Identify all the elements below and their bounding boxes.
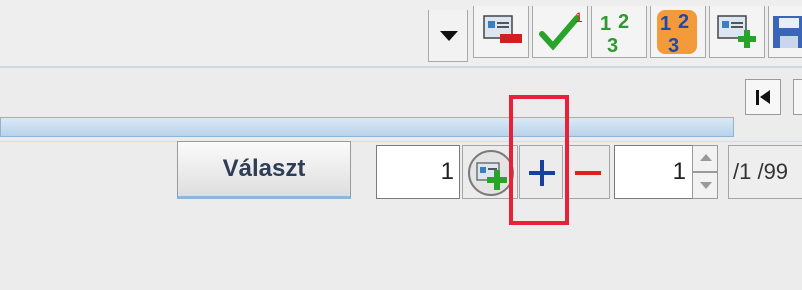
minus-icon xyxy=(575,171,601,175)
spinner-up-button[interactable] xyxy=(692,145,718,172)
page-number-input[interactable]: 1 xyxy=(614,145,692,199)
minus-button[interactable] xyxy=(566,145,610,199)
svg-text:1: 1 xyxy=(600,13,611,35)
numbering-orange-button[interactable]: 1 2 3 xyxy=(650,6,706,58)
add-record-button[interactable] xyxy=(709,6,765,58)
add-record-icon xyxy=(717,15,756,48)
chevron-down-icon xyxy=(440,31,458,41)
spinner-down-button[interactable] xyxy=(692,172,718,199)
remove-record-icon xyxy=(483,15,522,43)
count-input[interactable]: 1 xyxy=(376,145,460,199)
svg-text:3: 3 xyxy=(607,35,618,57)
svg-text:1: 1 xyxy=(575,9,583,25)
separator xyxy=(0,141,802,142)
svg-text:2: 2 xyxy=(678,11,689,33)
numbering-button[interactable]: 1 2 3 xyxy=(591,6,647,58)
progress-bar xyxy=(0,117,734,137)
toolbar-dropdown-button[interactable] xyxy=(428,10,468,62)
add-row-icon xyxy=(468,150,514,196)
page-total-label: /1 /99 xyxy=(728,145,802,199)
plus-button[interactable] xyxy=(519,145,563,199)
remove-record-button[interactable] xyxy=(473,6,529,58)
first-page-button[interactable] xyxy=(745,79,781,115)
save-icon xyxy=(773,16,802,48)
chevron-up-icon xyxy=(700,154,712,161)
checkmark-icon: 1 xyxy=(539,9,583,51)
add-row-button[interactable] xyxy=(462,145,518,199)
numbering-123-orange-icon: 1 2 3 xyxy=(657,10,697,57)
select-button[interactable]: Választ xyxy=(177,141,351,199)
plus-icon xyxy=(529,160,555,186)
numbering-123-icon: 1 2 3 xyxy=(600,11,629,57)
svg-text:2: 2 xyxy=(618,11,629,33)
svg-text:3: 3 xyxy=(668,35,679,57)
chevron-down-icon xyxy=(700,182,712,189)
previous-page-button[interactable] xyxy=(793,79,802,115)
confirm-button[interactable]: 1 xyxy=(532,6,588,58)
svg-text:1: 1 xyxy=(660,13,671,35)
save-button[interactable] xyxy=(768,6,802,58)
